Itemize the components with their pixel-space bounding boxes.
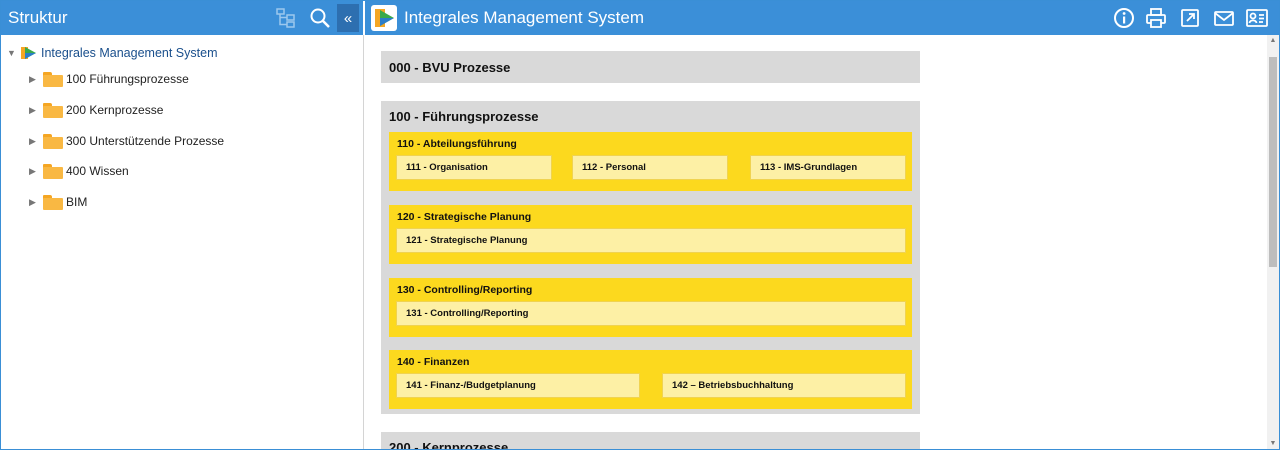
scroll-thumb[interactable] [1269,57,1277,267]
contact-card-icon[interactable] [1244,5,1270,31]
subgroup-110[interactable]: 110 - Abteilungsführung 111 - Organisati… [389,132,912,191]
caret-right-icon[interactable]: ▶ [29,74,41,85]
subgroup-130[interactable]: 130 - Controlling/Reporting 131 - Contro… [389,278,912,337]
caret-right-icon[interactable]: ▶ [29,105,41,116]
sidebar-header: Struktur « [1,1,363,35]
folder-icon [43,194,63,210]
tree-item-label: 100 Führungsprozesse [66,72,189,86]
caret-right-icon[interactable]: ▶ [29,136,41,147]
app-logo-icon [371,5,397,31]
sidebar: ▼ Integrales Management System ▶ 100 Füh… [1,35,364,449]
subgroup-title: 120 - Strategische Planung [397,211,532,223]
scroll-down-icon[interactable]: ▼ [1269,440,1277,447]
subgroup-title: 110 - Abteilungsführung [397,138,517,150]
tree-root-label: Integrales Management System [41,46,218,60]
tree-item-label: BIM [66,195,88,209]
tree-item-kernprozesse[interactable]: ▶ 200 Kernprozesse [29,99,163,121]
scroll-up-icon[interactable]: ▲ [1269,37,1277,44]
subgroup-140[interactable]: 140 - Finanzen 141 - Finanz-/Budgetplanu… [389,350,912,409]
subgroup-title: 130 - Controlling/Reporting [397,284,533,296]
tree-item-label: 400 Wissen [66,164,129,178]
collapse-sidebar-button[interactable]: « [337,4,359,32]
leaf-112[interactable]: 112 - Personal [572,155,728,180]
vertical-scrollbar[interactable]: ▲ ▼ [1267,35,1279,449]
search-icon[interactable] [307,5,333,31]
folder-icon [43,133,63,149]
tree-item-label: 200 Kernprozesse [66,103,164,117]
mail-icon[interactable] [1211,5,1237,31]
caret-down-icon[interactable]: ▼ [7,48,17,58]
tree-root[interactable]: ▼ Integrales Management System [7,43,217,63]
process-group-000[interactable]: 000 - BVU Prozesse [381,51,920,83]
caret-right-icon[interactable]: ▶ [29,197,41,208]
info-icon[interactable] [1111,5,1137,31]
main-header: Integrales Management System [365,1,1279,35]
caret-right-icon[interactable]: ▶ [29,166,41,177]
process-group-100[interactable]: 100 - Führungsprozesse 110 - Abteilungsf… [381,101,920,414]
leaf-121[interactable]: 121 - Strategische Planung [396,228,906,253]
leaf-142[interactable]: 142 – Betriebsbuchhaltung [662,373,906,398]
sitemap-icon[interactable] [273,5,299,31]
folder-icon [43,71,63,87]
page-title: Integrales Management System [404,8,645,27]
leaf-111[interactable]: 111 - Organisation [396,155,552,180]
tree-item-label: 300 Unterstützende Prozesse [66,134,225,148]
leaf-141[interactable]: 141 - Finanz-/Budgetplanung [396,373,640,398]
app-logo-small-icon [19,44,37,62]
tree-item-unterstuetzende-prozesse[interactable]: ▶ 300 Unterstützende Prozesse [29,130,224,152]
group-title: 100 - Führungsprozesse [389,109,539,124]
tree-item-fuehrungsprozesse[interactable]: ▶ 100 Führungsprozesse [29,68,189,90]
collapse-icon: « [343,9,353,27]
group-title: 000 - BVU Prozesse [389,60,511,75]
leaf-131[interactable]: 131 - Controlling/Reporting [396,301,906,326]
print-icon[interactable] [1143,5,1169,31]
main-content: 000 - BVU Prozesse 100 - Führungsprozess… [365,35,1279,449]
app-window: Struktur « Integrales Management System [0,0,1280,450]
process-group-200[interactable]: 200 - Kernprozesse [381,432,920,450]
tree-item-wissen[interactable]: ▶ 400 Wissen [29,160,129,182]
subgroup-120[interactable]: 120 - Strategische Planung 121 - Strateg… [389,205,912,264]
subgroup-title: 140 - Finanzen [397,356,470,368]
folder-icon [43,163,63,179]
external-link-icon[interactable] [1177,5,1203,31]
tree-item-bim[interactable]: ▶ BIM [29,191,87,213]
group-title: 200 - Kernprozesse [389,440,509,450]
leaf-113[interactable]: 113 - IMS-Grundlagen [750,155,906,180]
folder-icon [43,102,63,118]
sidebar-title: Struktur [8,8,68,27]
